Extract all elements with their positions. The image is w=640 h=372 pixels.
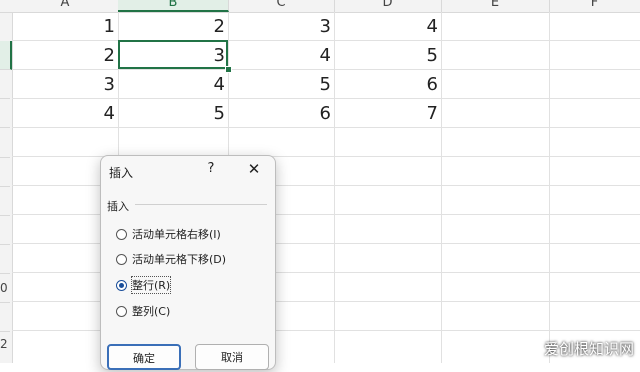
option-shift-right[interactable]: 活动单元格右移(I) [116, 225, 221, 243]
insert-dialog: 插入 ? ✕ 插入 活动单元格右移(I) 活动单元格下移(D) 整行(R) 整列… [100, 155, 276, 370]
option-label: 活动单元格下移(D) [132, 253, 227, 266]
ok-button[interactable]: 确定 [107, 344, 181, 370]
column-header-d[interactable]: D [334, 0, 442, 12]
cell-c3[interactable]: 5 [228, 70, 334, 99]
cell-a1[interactable]: 1 [12, 12, 118, 41]
radio-icon[interactable] [116, 305, 127, 317]
cell-a2[interactable]: 2 [12, 41, 118, 70]
insert-group-label: 插入 [107, 200, 129, 213]
option-label: 整行(R) [130, 276, 172, 294]
close-icon: ✕ [247, 160, 261, 178]
cell-d3[interactable]: 6 [334, 70, 441, 99]
column-header-f[interactable]: F [549, 0, 640, 12]
column-header-e[interactable]: E [441, 0, 550, 12]
watermark-text: 爱创根知识网 [543, 340, 634, 358]
help-button[interactable]: ? [203, 161, 219, 179]
radio-icon[interactable] [116, 253, 127, 265]
row-header-7[interactable] [0, 186, 10, 216]
row-header-10[interactable] [0, 273, 10, 303]
cell-c4[interactable]: 6 [228, 99, 334, 128]
row-header-5[interactable] [0, 128, 10, 158]
row-header-8[interactable] [0, 215, 10, 245]
group-divider [135, 204, 267, 205]
dialog-title: 插入 [109, 166, 134, 180]
grid-line [549, 12, 550, 363]
option-label: 活动单元格右移(I) [132, 228, 221, 241]
row-header-9[interactable] [0, 244, 10, 274]
option-entire-column[interactable]: 整列(C) [116, 302, 170, 320]
radio-icon[interactable] [116, 228, 127, 240]
cell-b4[interactable]: 5 [118, 99, 228, 128]
radio-selected-icon[interactable] [116, 279, 127, 291]
option-entire-row[interactable]: 整行(R) [116, 276, 172, 294]
cell-c1[interactable]: 3 [228, 12, 334, 41]
cell-d1[interactable]: 4 [334, 12, 441, 41]
column-header-c[interactable]: C [228, 0, 335, 12]
row-header-2[interactable] [0, 41, 12, 70]
column-header-b[interactable]: B [118, 0, 229, 12]
option-label: 整列(C) [132, 305, 171, 318]
cell-a4[interactable]: 4 [12, 99, 118, 128]
column-header-a[interactable]: A [12, 0, 119, 12]
close-button[interactable]: ✕ [245, 160, 263, 178]
row-header-6[interactable] [0, 157, 10, 187]
cell-b1[interactable]: 2 [118, 12, 228, 41]
cell-d2[interactable]: 5 [334, 41, 441, 70]
cell-d4[interactable]: 7 [334, 99, 441, 128]
cell-b3[interactable]: 4 [118, 70, 228, 99]
cell-a3[interactable]: 3 [12, 70, 118, 99]
active-cell-border [118, 40, 228, 69]
row-header-4[interactable] [0, 99, 10, 128]
grid-line [441, 12, 442, 363]
row-header-1[interactable] [0, 13, 10, 42]
cell-c2[interactable]: 4 [228, 41, 334, 70]
row-header-11[interactable] [0, 302, 10, 332]
fill-handle[interactable] [225, 66, 232, 73]
row-header-label: 2 [0, 337, 8, 351]
cancel-button[interactable]: 取消 [195, 344, 269, 370]
option-shift-down[interactable]: 活动单元格下移(D) [116, 250, 226, 268]
row-header-3[interactable] [0, 70, 10, 99]
